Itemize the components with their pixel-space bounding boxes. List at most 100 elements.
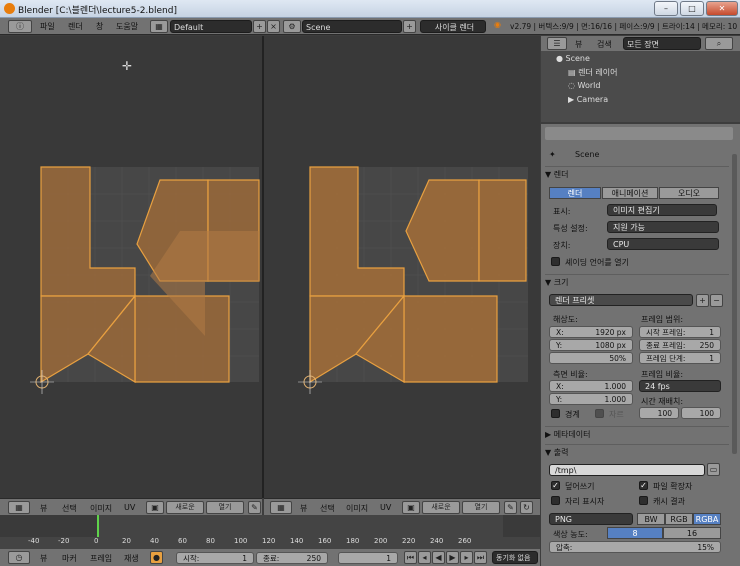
- editor-type-icon[interactable]: ▦: [270, 501, 292, 514]
- scene-select[interactable]: Scene: [302, 20, 402, 33]
- play-icon[interactable]: ▶: [446, 551, 459, 564]
- menu-playback[interactable]: 재생: [124, 553, 139, 564]
- new-image-button[interactable]: 새로운: [422, 501, 460, 514]
- properties-editor[interactable]: ✦ Scene ▼ 렌더 렌더 애니메이션 오디오 표시: 이미지 편집기 특성…: [541, 124, 740, 566]
- resolution-x-field[interactable]: X: 1920 px: [549, 326, 633, 338]
- animation-button[interactable]: 애니메이션: [602, 187, 658, 199]
- end-frame-field[interactable]: 종료 프레임: 250: [639, 339, 721, 351]
- menu-render[interactable]: 렌더: [68, 21, 83, 32]
- menu-view[interactable]: 뷰: [575, 39, 582, 50]
- output-panel-header[interactable]: ▼ 출력: [545, 444, 729, 458]
- render-panel-header[interactable]: ▼ 렌더: [545, 166, 729, 180]
- osl-checkbox[interactable]: [551, 257, 560, 266]
- menu-image[interactable]: 이미지: [346, 503, 368, 514]
- frame-cursor[interactable]: [97, 515, 99, 537]
- menu-help[interactable]: 도움말: [116, 21, 138, 32]
- menu-view[interactable]: 뷰: [300, 503, 307, 514]
- menu-image[interactable]: 이미지: [90, 503, 112, 514]
- outliner-item-world[interactable]: ◌ World: [568, 81, 600, 90]
- pin-icon[interactable]: ✎: [504, 501, 517, 514]
- sync-select[interactable]: 동기화 없음: [492, 551, 538, 564]
- menu-frame[interactable]: 프레임: [90, 553, 112, 564]
- frame-rate-select[interactable]: 24 fps: [639, 380, 721, 392]
- start-frame-field[interactable]: 시작 프레임: 1: [639, 326, 721, 338]
- menu-uv[interactable]: UV: [380, 503, 391, 512]
- new-image-button[interactable]: 새로운: [166, 501, 204, 514]
- aspect-x-field[interactable]: X: 1.000: [549, 380, 633, 392]
- menu-search[interactable]: 검색: [597, 39, 612, 50]
- resolution-percent-field[interactable]: 50%: [549, 352, 633, 364]
- add-preset-button[interactable]: +: [696, 294, 709, 307]
- pin-icon[interactable]: ✎: [248, 501, 261, 514]
- start-frame-field[interactable]: 시작: 1: [176, 552, 254, 564]
- menu-view[interactable]: 뷰: [40, 503, 47, 514]
- metadata-panel-header[interactable]: ▶ 메타데이터: [545, 426, 729, 440]
- add-layout-button[interactable]: +: [253, 20, 266, 33]
- aspect-y-field[interactable]: Y: 1.000: [549, 393, 633, 405]
- next-key-icon[interactable]: ▸: [460, 551, 473, 564]
- current-frame-field[interactable]: 1: [338, 552, 398, 564]
- end-frame-field[interactable]: 종료: 250: [256, 552, 328, 564]
- file-extensions-checkbox[interactable]: ✓: [639, 481, 648, 490]
- editor-type-info-icon[interactable]: ⓘ: [8, 20, 32, 33]
- search-icon[interactable]: ⌕: [705, 37, 733, 50]
- menu-uv[interactable]: UV: [124, 503, 135, 512]
- outliner-filter-select[interactable]: 모든 장면: [623, 37, 701, 50]
- menu-marker[interactable]: 마커: [62, 553, 77, 564]
- overwrite-checkbox[interactable]: ✓: [551, 481, 560, 490]
- close-button[interactable]: ✕: [706, 1, 738, 16]
- border-checkbox[interactable]: [551, 409, 560, 418]
- open-image-button[interactable]: 열기: [206, 501, 244, 514]
- display-select[interactable]: 이미지 편집기: [607, 204, 717, 216]
- remap-old-field[interactable]: 100: [639, 407, 679, 419]
- record-icon[interactable]: ●: [150, 551, 163, 564]
- minimize-button[interactable]: –: [654, 1, 678, 16]
- outliner-icon[interactable]: ☰: [547, 37, 567, 50]
- sync-icon[interactable]: ↻: [520, 501, 533, 514]
- output-path-field[interactable]: /tmp\: [549, 464, 705, 476]
- render-button[interactable]: 렌더: [549, 187, 601, 199]
- menu-select[interactable]: 선택: [62, 503, 77, 514]
- clock-icon[interactable]: ◷: [8, 551, 30, 564]
- outliner-item-scene[interactable]: ● Scene: [556, 54, 590, 63]
- menu-window[interactable]: 창: [96, 21, 103, 32]
- properties-scrollbar[interactable]: [732, 154, 737, 454]
- menu-select[interactable]: 선택: [320, 503, 335, 514]
- editor-type-icon[interactable]: ▦: [8, 501, 30, 514]
- maximize-button[interactable]: □: [680, 1, 704, 16]
- folder-icon[interactable]: ▭: [707, 463, 720, 476]
- color-rgba-button[interactable]: RGBA: [693, 513, 721, 525]
- resolution-y-field[interactable]: Y: 1080 px: [549, 339, 633, 351]
- cache-result-checkbox[interactable]: [639, 496, 648, 505]
- pin-icon[interactable]: ✦: [549, 150, 556, 159]
- uv-canvas-right[interactable]: [264, 36, 540, 498]
- open-image-button[interactable]: 열기: [462, 501, 500, 514]
- remove-layout-button[interactable]: ×: [267, 20, 280, 33]
- placeholders-checkbox[interactable]: [551, 496, 560, 505]
- color-bw-button[interactable]: BW: [637, 513, 665, 525]
- outliner-item-render-layers[interactable]: ▤ 렌더 레이어: [568, 67, 617, 78]
- layout-icon[interactable]: ▦: [150, 20, 168, 33]
- file-format-select[interactable]: PNG: [549, 513, 633, 525]
- menu-file[interactable]: 파일: [40, 21, 55, 32]
- color-rgb-button[interactable]: RGB: [665, 513, 693, 525]
- render-engine-select[interactable]: 사이클 렌더: [420, 20, 486, 33]
- uv-editor-left[interactable]: ✛: [0, 36, 262, 498]
- image-browse-icon[interactable]: ▣: [402, 501, 420, 514]
- add-scene-button[interactable]: +: [403, 20, 416, 33]
- outliner-item-camera[interactable]: ▶ Camera: [568, 95, 608, 104]
- properties-tabs[interactable]: [545, 127, 733, 140]
- jump-start-icon[interactable]: ⏮: [404, 551, 417, 564]
- audio-button[interactable]: 오디오: [659, 187, 719, 199]
- feature-set-select[interactable]: 지원 가능: [607, 221, 719, 233]
- dimensions-panel-header[interactable]: ▼ 크기: [545, 274, 729, 288]
- render-preset-select[interactable]: 렌더 프리셋: [549, 294, 693, 306]
- layout-select[interactable]: Default: [170, 20, 252, 33]
- compression-slider[interactable]: 압축: 15%: [549, 541, 721, 553]
- menu-view[interactable]: 뷰: [40, 553, 47, 564]
- prev-key-icon[interactable]: ◂: [418, 551, 431, 564]
- uv-editor-right[interactable]: [264, 36, 540, 498]
- scene-icon[interactable]: ⚙: [283, 20, 301, 33]
- remap-new-field[interactable]: 100: [681, 407, 721, 419]
- device-select[interactable]: CPU: [607, 238, 719, 250]
